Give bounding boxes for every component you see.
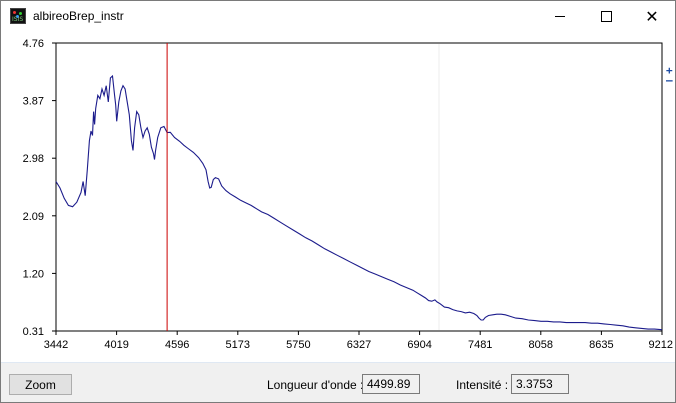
intensity-value-field[interactable]: 3.3753 (511, 374, 569, 394)
y-tick-label: 2.98 (23, 153, 44, 165)
x-tick-label: 3442 (44, 339, 68, 351)
app-window: ISIS albireoBrep_instr ✕ 0.31 1.20 2.09 2.9… (0, 0, 676, 403)
x-tick-label: 6904 (407, 339, 431, 351)
y-tick-label: 3.87 (23, 96, 44, 108)
minimize-button[interactable] (537, 1, 583, 32)
wavelength-label: Longueur d'onde : (267, 378, 364, 392)
y-tick-label: 1.20 (23, 268, 44, 280)
maximize-button[interactable] (583, 1, 629, 32)
close-icon: ✕ (645, 6, 659, 26)
x-tick-label: 4019 (104, 339, 128, 351)
x-tick-label: 8058 (529, 339, 553, 351)
y-tick-label: 2.09 (23, 211, 44, 223)
x-tick-label: 5173 (226, 339, 250, 351)
maximize-icon (600, 11, 612, 22)
intensity-label: Intensité : (456, 378, 509, 392)
x-tick-label: 5750 (286, 339, 310, 351)
minimize-icon (555, 16, 565, 17)
x-axis: 3442 4019 4596 5173 5750 6327 6904 7481 8058 8635… (44, 331, 673, 351)
y-tick-label: 4.76 (23, 38, 44, 50)
icon-dot-red (13, 11, 16, 14)
icon-dot-green (19, 12, 22, 15)
x-tick-label: 6327 (347, 339, 371, 351)
title-bar[interactable]: ISIS albireoBrep_instr ✕ (1, 1, 675, 32)
y-axis: 0.31 1.20 2.09 2.98 3.87 4.76 (23, 38, 56, 338)
spectrum-chart[interactable]: 0.31 1.20 2.09 2.98 3.87 4.76 3442 4019 4596 517… (1, 32, 675, 362)
isis-app-icon[interactable]: ISIS (10, 8, 26, 24)
zoom-out-icon[interactable]: – (666, 75, 673, 86)
chart-svg[interactable]: 0.31 1.20 2.09 2.98 3.87 4.76 3442 4019 4596 517… (1, 32, 675, 362)
x-tick-label: 8635 (589, 339, 613, 351)
close-button[interactable]: ✕ (629, 1, 675, 32)
x-tick-label: 7481 (468, 339, 492, 351)
wavelength-value-field[interactable]: 4499.89 (362, 374, 420, 394)
x-tick-label: 9212 (649, 339, 673, 351)
plot-frame (55, 42, 663, 332)
y-tick-label: 0.31 (23, 326, 44, 338)
zoom-button[interactable]: Zoom (9, 374, 72, 395)
x-tick-label: 4596 (165, 339, 189, 351)
window-title: albireoBrep_instr (33, 9, 124, 23)
status-bar: Zoom Longueur d'onde : 4499.89 Intensité… (1, 362, 675, 402)
icon-text: ISIS (12, 16, 24, 23)
